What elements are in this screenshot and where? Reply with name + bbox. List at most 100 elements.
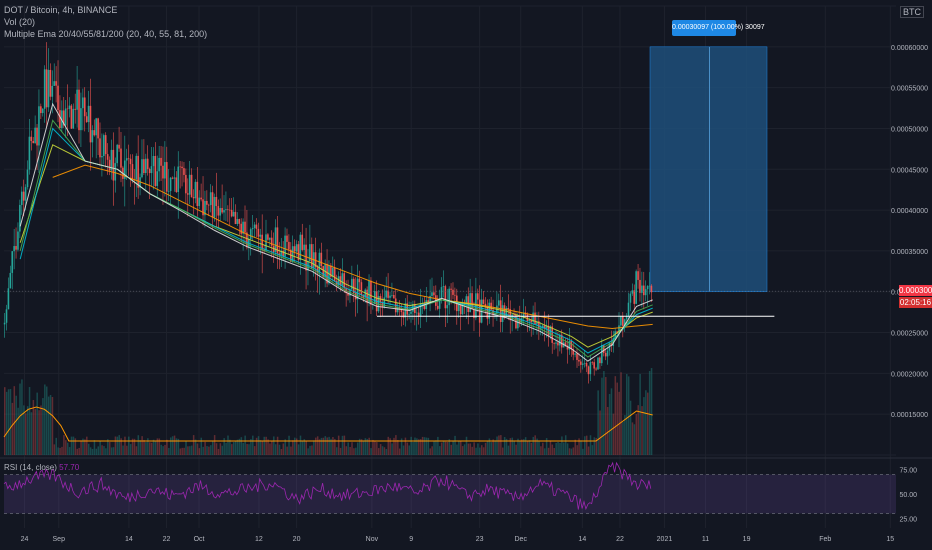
volume-bar bbox=[253, 446, 256, 455]
ema-indicator-label[interactable]: Multiple Ema 20/40/55/81/200 (20, 40, 55… bbox=[4, 28, 207, 40]
candle-body bbox=[555, 342, 557, 344]
volume-bar bbox=[641, 406, 643, 455]
candle-body bbox=[631, 290, 634, 294]
volume-bar bbox=[580, 440, 582, 455]
candle-body bbox=[91, 130, 94, 143]
volume-bar bbox=[248, 444, 250, 455]
volume-bar bbox=[229, 439, 231, 455]
volume-bar bbox=[433, 440, 435, 455]
candle-body bbox=[286, 235, 288, 242]
candle-body bbox=[265, 234, 267, 251]
volume-bar bbox=[526, 441, 529, 455]
candle-body bbox=[429, 295, 431, 303]
volume-bar bbox=[87, 443, 90, 455]
volume-bar bbox=[315, 437, 317, 455]
volume-bar bbox=[278, 444, 281, 455]
volume-bar bbox=[599, 410, 601, 455]
volume-bar bbox=[601, 377, 603, 455]
price-tick-label: 0.00035000 bbox=[891, 249, 928, 256]
rsi-axis[interactable]: 75.00 50.00 25.00 bbox=[899, 468, 917, 524]
volume-bar bbox=[93, 440, 96, 455]
volume-bar bbox=[259, 440, 262, 455]
candle-body bbox=[274, 227, 277, 252]
candle-body bbox=[293, 246, 296, 252]
volume-bar bbox=[473, 442, 475, 455]
volume-bar bbox=[458, 440, 460, 455]
volume-bar bbox=[45, 386, 48, 455]
candle-body bbox=[51, 85, 54, 97]
candle-body bbox=[526, 314, 529, 322]
volume-bar bbox=[614, 376, 617, 455]
candle-body bbox=[249, 229, 252, 239]
candle-body bbox=[206, 200, 208, 205]
volume-bar bbox=[179, 448, 182, 455]
volume-bar bbox=[55, 437, 58, 455]
chart-canvas[interactable]: 0.00060000 0.00055000 0.00050000 0.00045000… bbox=[0, 0, 932, 550]
time-tick-label: 20 bbox=[293, 536, 301, 543]
volume-bar bbox=[627, 376, 630, 455]
volume-bar bbox=[503, 437, 506, 455]
candle-body bbox=[578, 359, 580, 362]
candle-body bbox=[89, 105, 92, 143]
long-position-target-zone[interactable] bbox=[649, 46, 768, 292]
volume-bar bbox=[286, 446, 288, 455]
volume-bar bbox=[542, 442, 544, 455]
candle-body bbox=[620, 316, 622, 326]
volume-bar bbox=[425, 437, 428, 455]
volume-bar bbox=[597, 390, 599, 455]
candle-body bbox=[3, 322, 6, 325]
candle-body bbox=[112, 149, 115, 181]
volume-bar bbox=[322, 437, 325, 455]
volume-bar bbox=[227, 435, 229, 455]
volume-bar bbox=[616, 382, 618, 455]
price-tick-label: 0.00040000 bbox=[891, 208, 928, 215]
volume-bar bbox=[437, 436, 439, 455]
volume-bar bbox=[351, 442, 353, 455]
volume-bar bbox=[105, 448, 107, 455]
candle-body bbox=[173, 177, 176, 179]
candle-body bbox=[34, 127, 36, 144]
volume-indicator-label[interactable]: Vol (20) bbox=[4, 16, 207, 28]
candle-body bbox=[244, 221, 246, 233]
time-tick-label: 9 bbox=[409, 536, 413, 543]
volume-bar bbox=[574, 439, 577, 455]
volume-bar bbox=[349, 447, 351, 455]
symbol-title[interactable]: DOT / Bitcoin, 4h, BINANCE bbox=[4, 4, 207, 16]
candle-body bbox=[213, 196, 216, 218]
position-label[interactable]: 0.00030097 (100.00%) 30097 bbox=[672, 20, 765, 36]
volume-bar bbox=[28, 387, 31, 455]
volume-bar bbox=[309, 445, 311, 455]
volume-bar bbox=[122, 445, 124, 455]
candle-body bbox=[45, 69, 48, 108]
volume-bar bbox=[118, 435, 120, 455]
candle-body bbox=[38, 106, 40, 146]
candle-body bbox=[198, 197, 201, 207]
candle-body bbox=[103, 135, 105, 157]
candle-body bbox=[476, 293, 479, 300]
volume-bar bbox=[557, 441, 559, 455]
time-axis[interactable]: 24 Sep 14 22 Oct 12 20 Nov 9 23 Dec 14 22 2021 11 19 Feb… bbox=[21, 536, 895, 543]
candle-body bbox=[358, 278, 361, 283]
currency-label[interactable]: BTC bbox=[900, 6, 924, 18]
candle-body bbox=[165, 162, 168, 192]
rsi-legend[interactable]: RSI (14, close) 57.70 bbox=[4, 463, 79, 472]
volume-bar bbox=[515, 444, 517, 455]
price-tick-label: 0.00055000 bbox=[891, 86, 928, 93]
candle-body bbox=[234, 211, 237, 225]
candle-body bbox=[175, 177, 178, 193]
volume-bar bbox=[232, 442, 235, 455]
volume-bar bbox=[169, 437, 172, 455]
candle-body bbox=[452, 289, 454, 295]
candle-body bbox=[581, 363, 584, 365]
volume-bar bbox=[368, 437, 370, 455]
candle-body bbox=[148, 168, 151, 174]
candle-body bbox=[597, 357, 599, 370]
volume-bar bbox=[124, 436, 126, 455]
volume-bar bbox=[549, 440, 552, 455]
price-axis[interactable]: 0.00060000 0.00055000 0.00050000 0.00045000… bbox=[891, 45, 928, 419]
candle-body bbox=[589, 362, 592, 375]
volume-bar bbox=[112, 447, 115, 455]
candle-body bbox=[228, 209, 231, 211]
candle-body bbox=[320, 252, 323, 267]
candle-body bbox=[59, 110, 61, 129]
